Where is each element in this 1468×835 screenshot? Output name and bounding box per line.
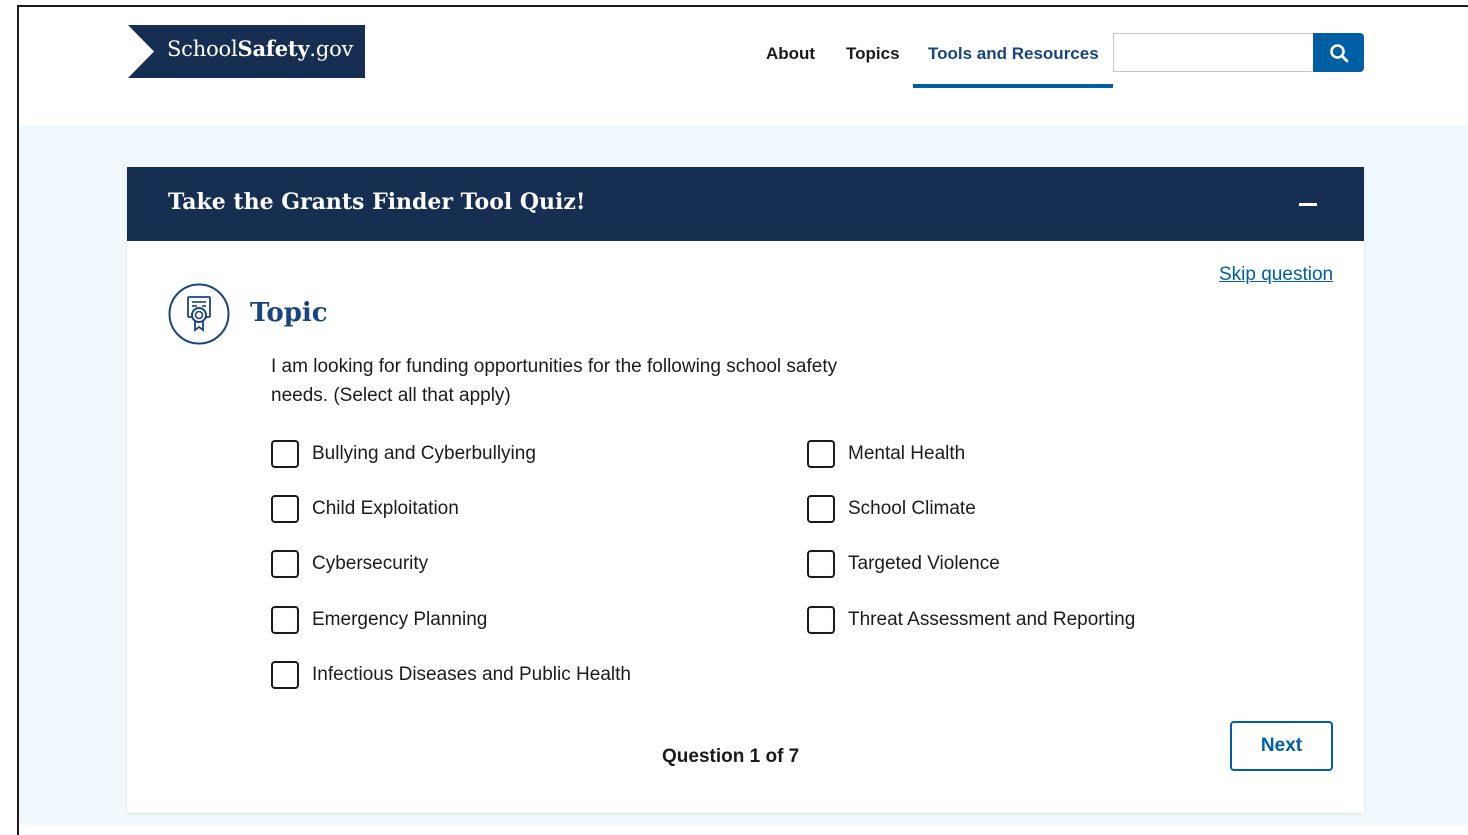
checkbox[interactable]: [271, 440, 299, 468]
quiz-header: Take the Grants Finder Tool Quiz!: [127, 167, 1364, 241]
option-school-climate[interactable]: School Climate: [807, 495, 976, 523]
next-button[interactable]: Next: [1230, 721, 1333, 771]
quiz-title: Take the Grants Finder Tool Quiz!: [168, 189, 586, 215]
option-cybersecurity[interactable]: Cybersecurity: [271, 550, 428, 578]
checkbox[interactable]: [271, 495, 299, 523]
certificate-magnifier-icon: [168, 283, 230, 345]
logo-bold: Safety: [237, 36, 310, 61]
section-heading: Topic: [250, 298, 328, 328]
option-label: School Climate: [848, 498, 976, 519]
search-button[interactable]: [1313, 33, 1364, 72]
option-label: Cybersecurity: [312, 553, 429, 574]
minus-icon: [1299, 203, 1317, 206]
logo-text[interactable]: SchoolSafety.gov: [167, 36, 353, 61]
option-emergency-planning[interactable]: Emergency Planning: [271, 606, 487, 634]
question-prompt: I am looking for funding opportunities f…: [271, 356, 838, 406]
option-label: Bullying and Cyberbullying: [312, 443, 536, 464]
option-targeted-violence[interactable]: Targeted Violence: [807, 550, 1000, 578]
skip-question-link[interactable]: Skip question: [1219, 264, 1333, 286]
quiz-card: Take the Grants Finder Tool Quiz! Skip q…: [127, 167, 1364, 813]
checkbox[interactable]: [271, 606, 299, 634]
option-mental-health[interactable]: Mental Health: [807, 440, 965, 468]
logo-suffix: .gov: [309, 37, 354, 61]
checkbox[interactable]: [271, 661, 299, 689]
option-label: Threat Assessment and Reporting: [848, 609, 1136, 630]
checkbox[interactable]: [807, 550, 835, 578]
logo-prefix: School: [167, 37, 238, 61]
option-label: Emergency Planning: [312, 609, 488, 630]
nav-tools-and-resources[interactable]: Tools and Resources: [928, 44, 1099, 64]
option-label: Infectious Diseases and Public Health: [312, 664, 631, 685]
checkbox[interactable]: [807, 606, 835, 634]
option-label: Mental Health: [848, 443, 966, 464]
option-infectious-diseases[interactable]: Infectious Diseases and Public Health: [271, 661, 631, 689]
active-nav-indicator: [913, 84, 1113, 88]
option-label: Child Exploitation: [312, 498, 459, 519]
question-progress: Question 1 of 7: [662, 746, 800, 767]
nav-topics[interactable]: Topics: [846, 44, 900, 64]
search-input[interactable]: [1113, 33, 1313, 72]
collapse-button[interactable]: [1289, 189, 1327, 219]
checkbox[interactable]: [271, 550, 299, 578]
search-icon: [1329, 43, 1348, 62]
option-label: Targeted Violence: [848, 553, 1000, 574]
option-child-exploitation[interactable]: Child Exploitation: [271, 495, 459, 523]
nav-about[interactable]: About: [766, 44, 815, 64]
option-threat-assessment[interactable]: Threat Assessment and Reporting: [807, 606, 1135, 634]
option-bullying[interactable]: Bullying and Cyberbullying: [271, 440, 536, 468]
checkbox[interactable]: [807, 440, 835, 468]
checkbox[interactable]: [807, 495, 835, 523]
